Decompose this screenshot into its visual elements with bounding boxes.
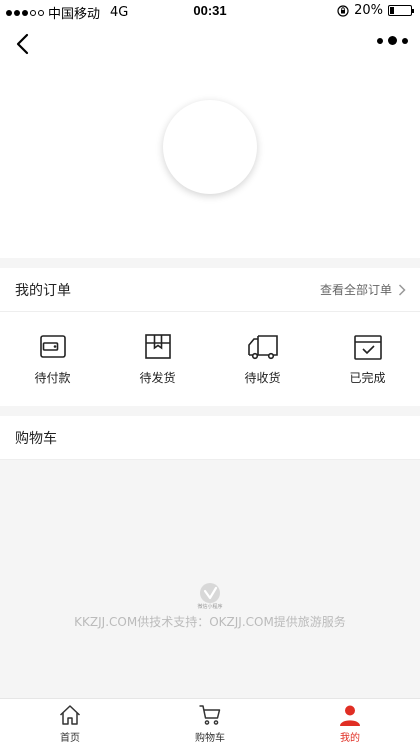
order-item-label: 已完成 [349, 370, 386, 385]
more-dots-icon[interactable] [377, 36, 408, 45]
tab-label: 首页 [60, 732, 80, 744]
status-bar: 中国移动 4G 00:31 20% [0, 0, 420, 22]
tab-label: 购物车 [195, 732, 225, 744]
footer-support-text: KKZJJ.COM供技术支持：OKZJJ.COM提供旅游服务 [74, 615, 346, 629]
tab-home[interactable]: 首页 [0, 699, 140, 747]
tab-label: 我的 [340, 732, 360, 744]
view-all-label: 查看全部订单 [319, 283, 392, 297]
chevron-right-icon [398, 283, 406, 296]
cart-icon [199, 704, 221, 725]
orders-header: 我的订单 查看全部订单 [0, 268, 420, 312]
order-pending-receipt[interactable]: 待收货 [210, 312, 315, 406]
check-calendar-icon [353, 334, 382, 360]
orientation-lock-icon [337, 4, 349, 17]
order-item-label: 待发货 [139, 370, 176, 385]
nav-bar [0, 22, 420, 66]
order-pending-payment[interactable]: 待付款 [0, 312, 105, 406]
avatar[interactable] [163, 100, 257, 194]
battery-icon [388, 5, 414, 16]
wallet-icon [39, 334, 66, 358]
order-status-row: 待付款 待发货 待收货 已完成 [0, 312, 420, 406]
chevron-left-icon[interactable] [12, 32, 36, 56]
order-completed[interactable]: 已完成 [315, 312, 420, 406]
view-all-orders-link[interactable]: 查看全部订单 [320, 281, 406, 298]
profile-section [0, 66, 420, 258]
home-icon [59, 704, 81, 725]
mini-program-label: 微信小程序 [197, 604, 223, 610]
orders-section: 我的订单 查看全部订单 待付款 待发货 待收货 已完成 [0, 268, 420, 406]
package-box-icon [144, 333, 171, 359]
battery-percent: 20% [354, 3, 383, 18]
cart-section[interactable]: 购物车 [0, 416, 420, 460]
orders-title: 我的订单 [15, 282, 71, 299]
tab-profile[interactable]: 我的 [280, 699, 420, 747]
user-icon [340, 705, 360, 726]
order-item-label: 待付款 [34, 370, 71, 385]
order-pending-shipment[interactable]: 待发货 [105, 312, 210, 406]
truck-icon [247, 334, 278, 359]
order-item-label: 待收货 [244, 370, 281, 385]
cart-title: 购物车 [15, 430, 57, 447]
tab-bar: 首页 购物车 我的 [0, 698, 420, 747]
tab-cart[interactable]: 购物车 [140, 699, 280, 747]
